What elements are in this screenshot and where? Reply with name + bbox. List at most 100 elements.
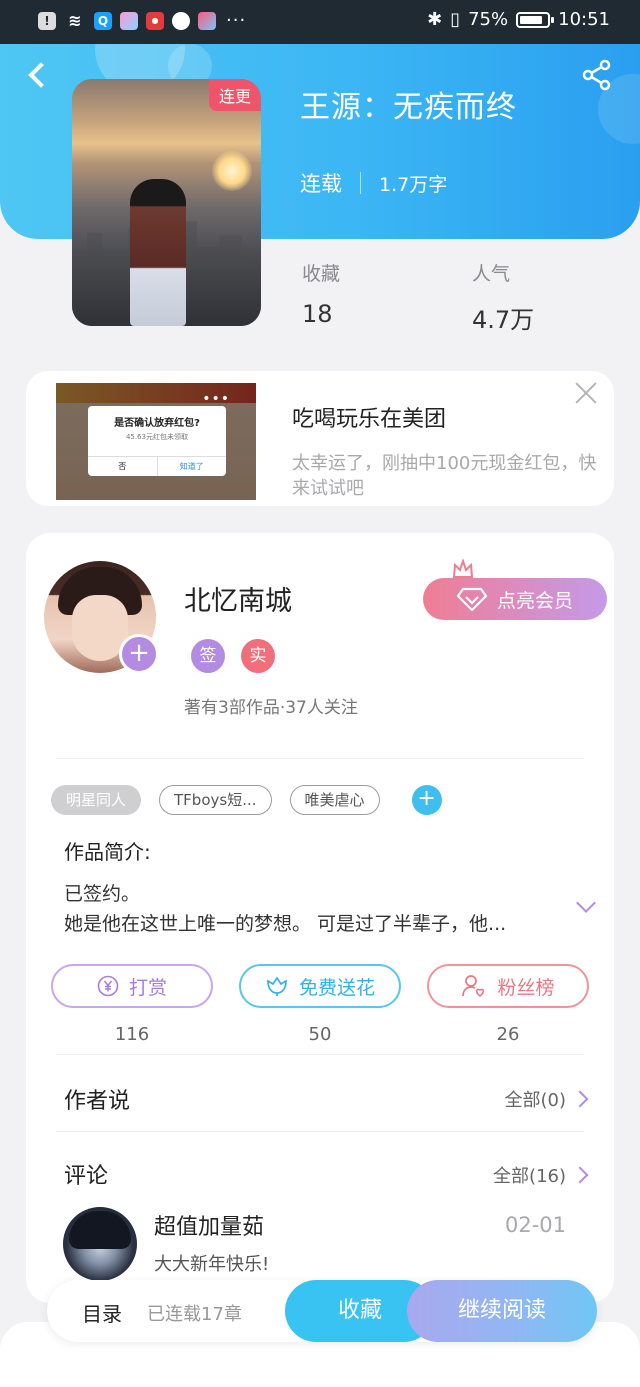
fans-action: 粉丝榜 26 [427,964,589,1045]
back-icon[interactable] [24,58,54,92]
notification-icons: ! ≋ Q ● ··· [38,10,246,31]
battery-icon [516,11,555,28]
toc-button[interactable]: 目录 [82,1298,122,1327]
bluetooth-icon: ✱ [427,9,443,30]
intro-label: 作品简介: [64,840,151,864]
fan-rank-button[interactable]: 粉丝榜 [427,964,589,1008]
comments-count: 全部(16) [493,1166,566,1187]
comments-title: 评论 [64,1164,109,1189]
author-says-link[interactable]: 全部(0) [504,1086,589,1112]
comment-text[interactable]: 大大新年快乐! [154,1250,269,1276]
ad-dialog-yes: 知道了 [156,457,227,476]
tag-list: 明星同人 TFboys短... 唯美虐心 + [51,785,442,815]
verified-badge: 实 [241,639,275,673]
send-flower-button[interactable]: 免费送花 [239,964,401,1008]
author-says-title: 作者说 [64,1089,131,1114]
stat-favorites: 收藏 18 [302,259,472,335]
action-buttons: 打赏 116 免费送花 50 粉丝榜 26 [51,964,589,1045]
crown-icon [452,559,474,578]
author-badges: 签 实 [191,639,275,673]
comment-date: 02-01 [504,1213,566,1237]
share-icon[interactable] [580,58,614,92]
flower-label: 免费送花 [298,976,375,999]
divider [360,172,361,194]
book-info-row: 连载 1.7万字 [300,168,447,198]
reward-count: 116 [114,1024,150,1045]
stat-value: 18 [302,300,333,328]
diamond-icon [456,587,487,611]
wifi-icon: ≋ [68,11,82,30]
more-notifications-icon: ··· [226,10,247,31]
chevron-right-icon [571,1166,589,1184]
add-tag-button[interactable]: + [411,785,442,815]
ad-description: 太幸运了，刚抽中100元现金红包，快来试试吧 [292,453,597,499]
flower-action: 免费送花 50 [239,964,401,1045]
flower-icon [267,976,287,996]
signed-badge: 签 [191,639,225,673]
yuan-coin-icon [97,975,119,997]
close-icon[interactable] [572,379,600,407]
continue-reading-button[interactable]: 继续阅读 [407,1280,597,1342]
tag-item[interactable]: TFboys短... [159,785,272,815]
reward-button[interactable]: 打赏 [51,964,213,1008]
stat-label: 收藏 [302,263,341,285]
commenter-avatar[interactable] [63,1207,137,1281]
author-says-count: 全部(0) [504,1090,567,1111]
chapter-count[interactable]: 已连载17章 [147,1300,242,1326]
author-meta: 著有3部作品·37人关注 [184,698,358,718]
ad-image: ••• 是否确认放弃红包? 45.63元红包未领取 否 知道了 [56,383,256,500]
status-bar: ! ≋ Q ● ··· ✱ ▯ 75% 10:51 [0,0,640,44]
fan-user-icon [462,975,485,997]
vip-button[interactable]: 点亮会员 [423,578,607,620]
reward-action: 打赏 116 [51,964,213,1045]
reward-label: 打赏 [128,976,167,999]
search-app-icon: Q [94,11,112,30]
avatar-hair [69,1211,131,1249]
vibrate-icon: ▯ [450,9,461,30]
divider [56,1054,584,1055]
update-badge: 连更 [208,79,261,111]
commenter-name[interactable]: 超值加量茹 [154,1209,264,1241]
battery-percent: 75% [468,9,509,30]
follow-author-button[interactable]: + [119,634,159,674]
ad-dialog-no: 否 [118,462,127,471]
ad-title: 吃喝玩乐在美团 [292,407,447,432]
author-name[interactable]: 北忆南城 [184,579,292,618]
tag-item[interactable]: 明星同人 [51,785,142,815]
ad-dialog-title: 是否确认放弃红包? [114,418,200,429]
stat-popularity: 人气 4.7万 [472,259,640,335]
stat-value: 4.7万 [472,306,535,334]
news-app-icon: ● [146,11,164,30]
comments-link[interactable]: 全部(16) [493,1162,589,1188]
word-count: 1.7万字 [379,173,448,196]
fans-count: 26 [496,1024,520,1045]
clock: 10:51 [558,9,610,30]
divider [56,1131,584,1132]
intro-text[interactable]: 已签约。 她是他在这世上唯一的梦想。 可是过了半辈子，他... [64,879,564,939]
tag-item[interactable]: 唯美虐心 [289,785,380,815]
app-icon [120,11,138,30]
ad-dialog-sub: 45.63元红包未领取 [125,433,189,441]
divider [56,758,584,759]
vip-button-label: 点亮会员 [496,589,573,612]
book-stats: 收藏 18 人气 4.7万 [302,259,640,335]
system-status: ✱ ▯ 75% 10:51 [427,9,610,30]
book-title: 王源：无疾而终 [300,90,517,125]
store-app-icon [198,11,216,30]
chevron-right-icon [571,1090,589,1108]
ad-banner[interactable]: ••• 是否确认放弃红包? 45.63元红包未领取 否 知道了 吃喝玩乐在美团 … [26,371,614,506]
alert-icon: ! [38,11,56,30]
browser-app-icon [172,11,190,30]
cover-sun [212,151,252,191]
book-cover[interactable]: 连更 [72,79,261,326]
more-icon: ••• [202,391,230,407]
chevron-down-icon[interactable] [574,896,598,916]
ad-dialog-buttons: 否 知道了 [88,456,226,476]
bottom-action-bar: 目录 已连载17章 收藏 继续阅读 [47,1280,597,1342]
flower-count: 50 [308,1024,332,1045]
fans-label: 粉丝榜 [497,976,555,999]
book-detail-card: + 北忆南城 签 实 著有3部作品·37人关注 点亮会员 明星同人 TFboys… [26,533,614,1303]
cover-person [130,179,186,326]
stat-label: 人气 [472,263,511,285]
ad-dialog: 是否确认放弃红包? 45.63元红包未领取 否 知道了 [88,406,226,476]
